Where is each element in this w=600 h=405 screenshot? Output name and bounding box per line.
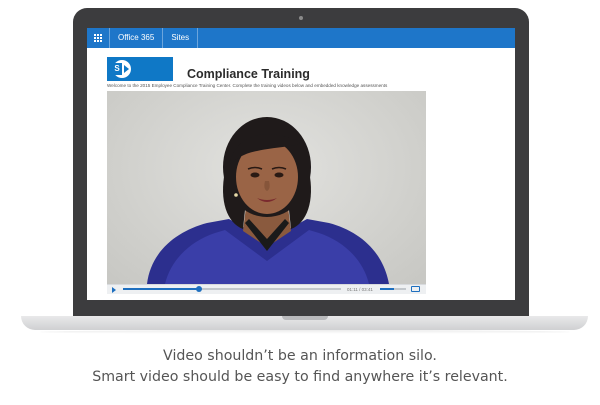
play-icon[interactable]	[112, 287, 116, 293]
sharepoint-logo-icon[interactable]: S	[107, 57, 173, 81]
office365-suite-bar: Office 365 Sites	[87, 28, 515, 48]
marketing-caption: Video shouldn’t be an information silo. …	[0, 346, 600, 388]
volume-slider[interactable]	[380, 288, 406, 290]
page-title: Compliance Training	[187, 67, 310, 81]
laptop-screen: Office 365 Sites S Compliance Training W…	[87, 28, 515, 300]
video-controls: 01:11 / 03:41	[107, 284, 426, 294]
time-readout: 01:11 / 03:41	[347, 286, 373, 292]
laptop-base-notch	[282, 316, 328, 320]
laptop-shadow	[40, 330, 570, 334]
volume-level	[380, 288, 395, 290]
presenter-video-frame	[147, 117, 389, 284]
laptop-base	[21, 316, 588, 330]
site-header: S Compliance Training	[107, 55, 310, 81]
seek-progress	[123, 288, 200, 290]
office365-link[interactable]: Office 365	[110, 28, 164, 48]
laptop-lid: Office 365 Sites S Compliance Training W…	[73, 8, 529, 320]
seek-handle[interactable]	[196, 286, 203, 292]
sites-link[interactable]: Sites	[163, 28, 199, 48]
app-launcher-icon[interactable]	[87, 28, 110, 48]
seek-bar[interactable]	[123, 286, 341, 292]
caption-line-2: Smart video should be easy to find anywh…	[92, 369, 508, 385]
caption-line-1: Video shouldn’t be an information silo.	[163, 348, 437, 364]
camera-icon	[299, 16, 303, 20]
fullscreen-icon[interactable]	[411, 286, 420, 292]
welcome-text: Welcome to the 2015 Employee Compliance …	[107, 83, 388, 88]
video-player[interactable]	[107, 91, 426, 284]
